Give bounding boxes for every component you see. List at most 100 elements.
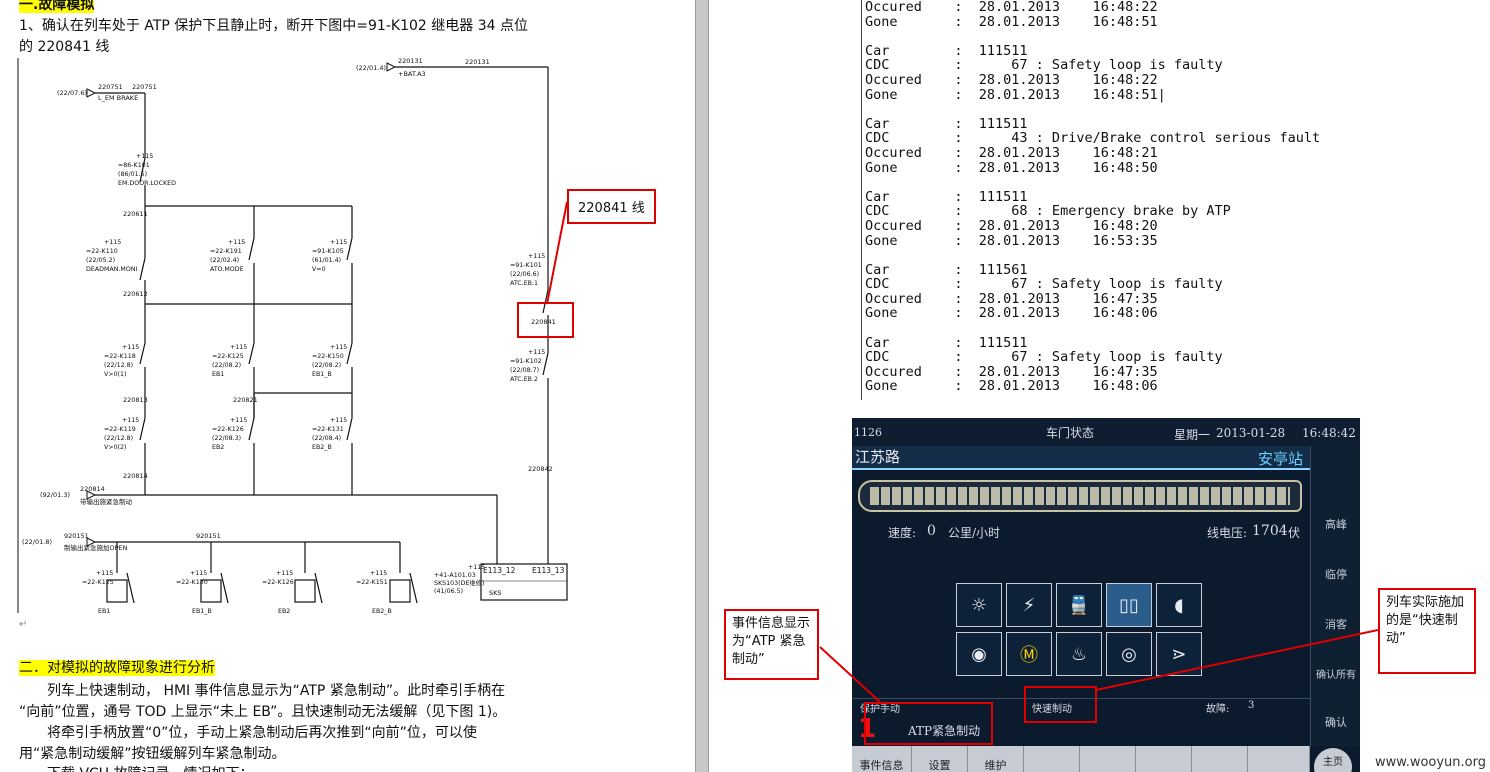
- relay-k119-line-2: (22/12.8): [104, 435, 133, 442]
- relay-k110-line-1: =22-K110: [86, 248, 118, 255]
- aux-power-icon[interactable]: ☼: [956, 583, 1002, 627]
- relay-k101b-line-3: ATC.EB.1: [510, 280, 538, 287]
- hmi-side-ack[interactable]: 确认: [1312, 714, 1360, 730]
- train-icon[interactable]: 🚆: [1056, 583, 1102, 627]
- hmi-tab-blank-2[interactable]: [1080, 746, 1136, 772]
- watermark: www.wooyun.org: [1374, 755, 1486, 770]
- coil-1-line-2: EB1_B: [192, 608, 212, 615]
- hmi-tab-events[interactable]: 事件信息: [852, 746, 912, 772]
- relay-k191-line-0: +115: [228, 239, 245, 246]
- hmi-title: 车门状态: [1046, 426, 1095, 440]
- relay-k150-line-0: +115: [330, 344, 347, 351]
- sks-e1: E113_12: [483, 566, 516, 575]
- relay-k105-line-2: (61/01.4): [312, 257, 341, 264]
- sch-bottom-wire: 220814: [80, 485, 105, 493]
- relay-k102-line-0: +115: [528, 349, 545, 356]
- coil-1-line-1: =22-K130: [176, 579, 208, 586]
- sks-e2: E113_13: [532, 566, 565, 575]
- hmi-tab-blank-1[interactable]: [1024, 746, 1080, 772]
- hmi-side-ack-all[interactable]: 确认所有: [1312, 666, 1360, 681]
- step1-line2: 的 220841 线: [19, 39, 110, 55]
- relay-k150-line-1: =22-K150: [312, 353, 344, 360]
- relay-k105-line-3: V=0: [312, 266, 326, 273]
- relay-k191-line-1: =22-K191: [210, 248, 242, 255]
- sch-bottom-label: 带输出施紧急制动: [80, 497, 133, 506]
- hmi-home-button[interactable]: 主页: [1314, 748, 1352, 772]
- relay-k118-line-0: +115: [122, 344, 139, 351]
- motor-icon[interactable]: Ⓜ: [1006, 632, 1052, 676]
- highlight-fast-brake: [1024, 686, 1097, 723]
- hmi-voltage-value: 1704: [1252, 523, 1288, 539]
- log-left-border: [861, 0, 862, 400]
- highlight-atp-event: [864, 702, 993, 745]
- section2-heading: 二．对模拟的故障现象进行分析: [19, 660, 215, 676]
- hmi-tab-settings[interactable]: 设置: [912, 746, 968, 772]
- sch-open-wire: 920151: [64, 532, 89, 540]
- hmi-tab-blank-5[interactable]: [1248, 746, 1310, 772]
- fire-icon[interactable]: ♨: [1056, 632, 1102, 676]
- relay-k125-line-2: (22/08.2): [212, 362, 241, 369]
- sch-open-ref: (22/01.8): [22, 538, 52, 546]
- relay-k151-line-2: (22/08.4): [312, 435, 341, 442]
- sch-em-wire: 220751: [98, 83, 123, 91]
- hmi-speed-value: 0: [927, 523, 936, 539]
- hmi-weekday: 星期一: [1174, 428, 1211, 442]
- hmi-tab-maintenance[interactable]: 维护: [968, 746, 1024, 772]
- coil-0-line-1: =22-K125: [82, 579, 114, 586]
- hmi-station-from: 江苏路: [855, 448, 901, 466]
- hmi-speed-label: 速度:: [888, 526, 917, 540]
- hmi-tab-blank-4[interactable]: [1192, 746, 1248, 772]
- relay-k126-line-1: =22-K126: [212, 426, 244, 433]
- relay-k151-line-1: =22-K131: [312, 426, 344, 433]
- hmi-route-line: [852, 468, 1310, 470]
- hmi-side-peak[interactable]: 高峰: [1312, 516, 1360, 532]
- sch-em-label: L_EM BRAKE: [98, 94, 138, 102]
- relay-k119-line-3: V>0(2): [104, 444, 127, 451]
- audio-icon[interactable]: ◖: [1156, 583, 1202, 627]
- sch-em-ref: (22/07.6): [57, 89, 87, 97]
- coil-2-line-1: =22-K126: [262, 579, 294, 586]
- coil-0-line-0: +115: [96, 570, 113, 577]
- para-mark: ↵: [19, 619, 28, 630]
- relay-k191-line-2: (22/02.4): [210, 257, 239, 264]
- sch-w220842: 220842: [528, 465, 553, 473]
- relay-k110-line-0: +115: [104, 239, 121, 246]
- para3-partial: 下载 VCU 故障记录，情况如下：: [47, 764, 254, 772]
- relay-k118-line-3: V>0(1): [104, 371, 127, 378]
- coil-3-line-2: EB2_B: [372, 608, 392, 615]
- sch-open-wire2: 920151: [196, 532, 221, 540]
- pantograph-icon[interactable]: ⋗: [1156, 632, 1202, 676]
- hmi-id: 1126: [854, 426, 882, 439]
- relay-k101a-line-0: +115: [136, 153, 153, 160]
- sch-em-wire2: 220751: [132, 83, 157, 91]
- relay-k191-line-3: ATO.MODE: [210, 266, 244, 273]
- hmi-tab-blank-3[interactable]: [1136, 746, 1192, 772]
- hmi-fault-count: 3: [1248, 700, 1255, 711]
- sks-label-0: +115: [468, 564, 485, 571]
- sch-w220611: 220611: [123, 210, 148, 218]
- callout-actual-brake: 列车实际施加的是“快速制动”: [1378, 588, 1476, 674]
- hmi-side-clear[interactable]: 消客: [1312, 616, 1360, 632]
- page-gutter: [695, 0, 709, 772]
- brake-icon[interactable]: ◉: [956, 632, 1002, 676]
- relay-k110-line-2: (22/05.2): [86, 257, 115, 264]
- sch-top-right-wire: 220131: [465, 58, 490, 66]
- relay-k118-line-1: =22-K118: [104, 353, 136, 360]
- hmi-date: 2013-01-28: [1216, 426, 1286, 440]
- coil-3-line-0: +115: [370, 570, 387, 577]
- coil-0-line-2: EB1: [98, 608, 110, 615]
- relay-k105-line-1: =91-K105: [312, 248, 344, 255]
- relay-k119-line-1: =22-K119: [104, 426, 136, 433]
- sks-label-2: SKS103(DE维修): [434, 578, 484, 587]
- sks-label-1: +41-A101.03: [434, 572, 476, 579]
- converter-icon[interactable]: ⚡: [1006, 583, 1052, 627]
- sch-bottom-ref: (92/01.3): [40, 491, 70, 499]
- coil-2-line-2: EB2: [278, 608, 290, 615]
- compressor-icon[interactable]: ◎: [1106, 632, 1152, 676]
- sch-w220821: 220821: [233, 396, 258, 404]
- door-icon[interactable]: ▯▯: [1106, 583, 1152, 627]
- relay-k118-line-2: (22/12.8): [104, 362, 133, 369]
- highlight-220841-wire: [517, 302, 574, 338]
- hmi-side-stop[interactable]: 临停: [1312, 566, 1360, 582]
- relay-k101a-line-3: EM.DOOR.LOCKED: [118, 180, 176, 187]
